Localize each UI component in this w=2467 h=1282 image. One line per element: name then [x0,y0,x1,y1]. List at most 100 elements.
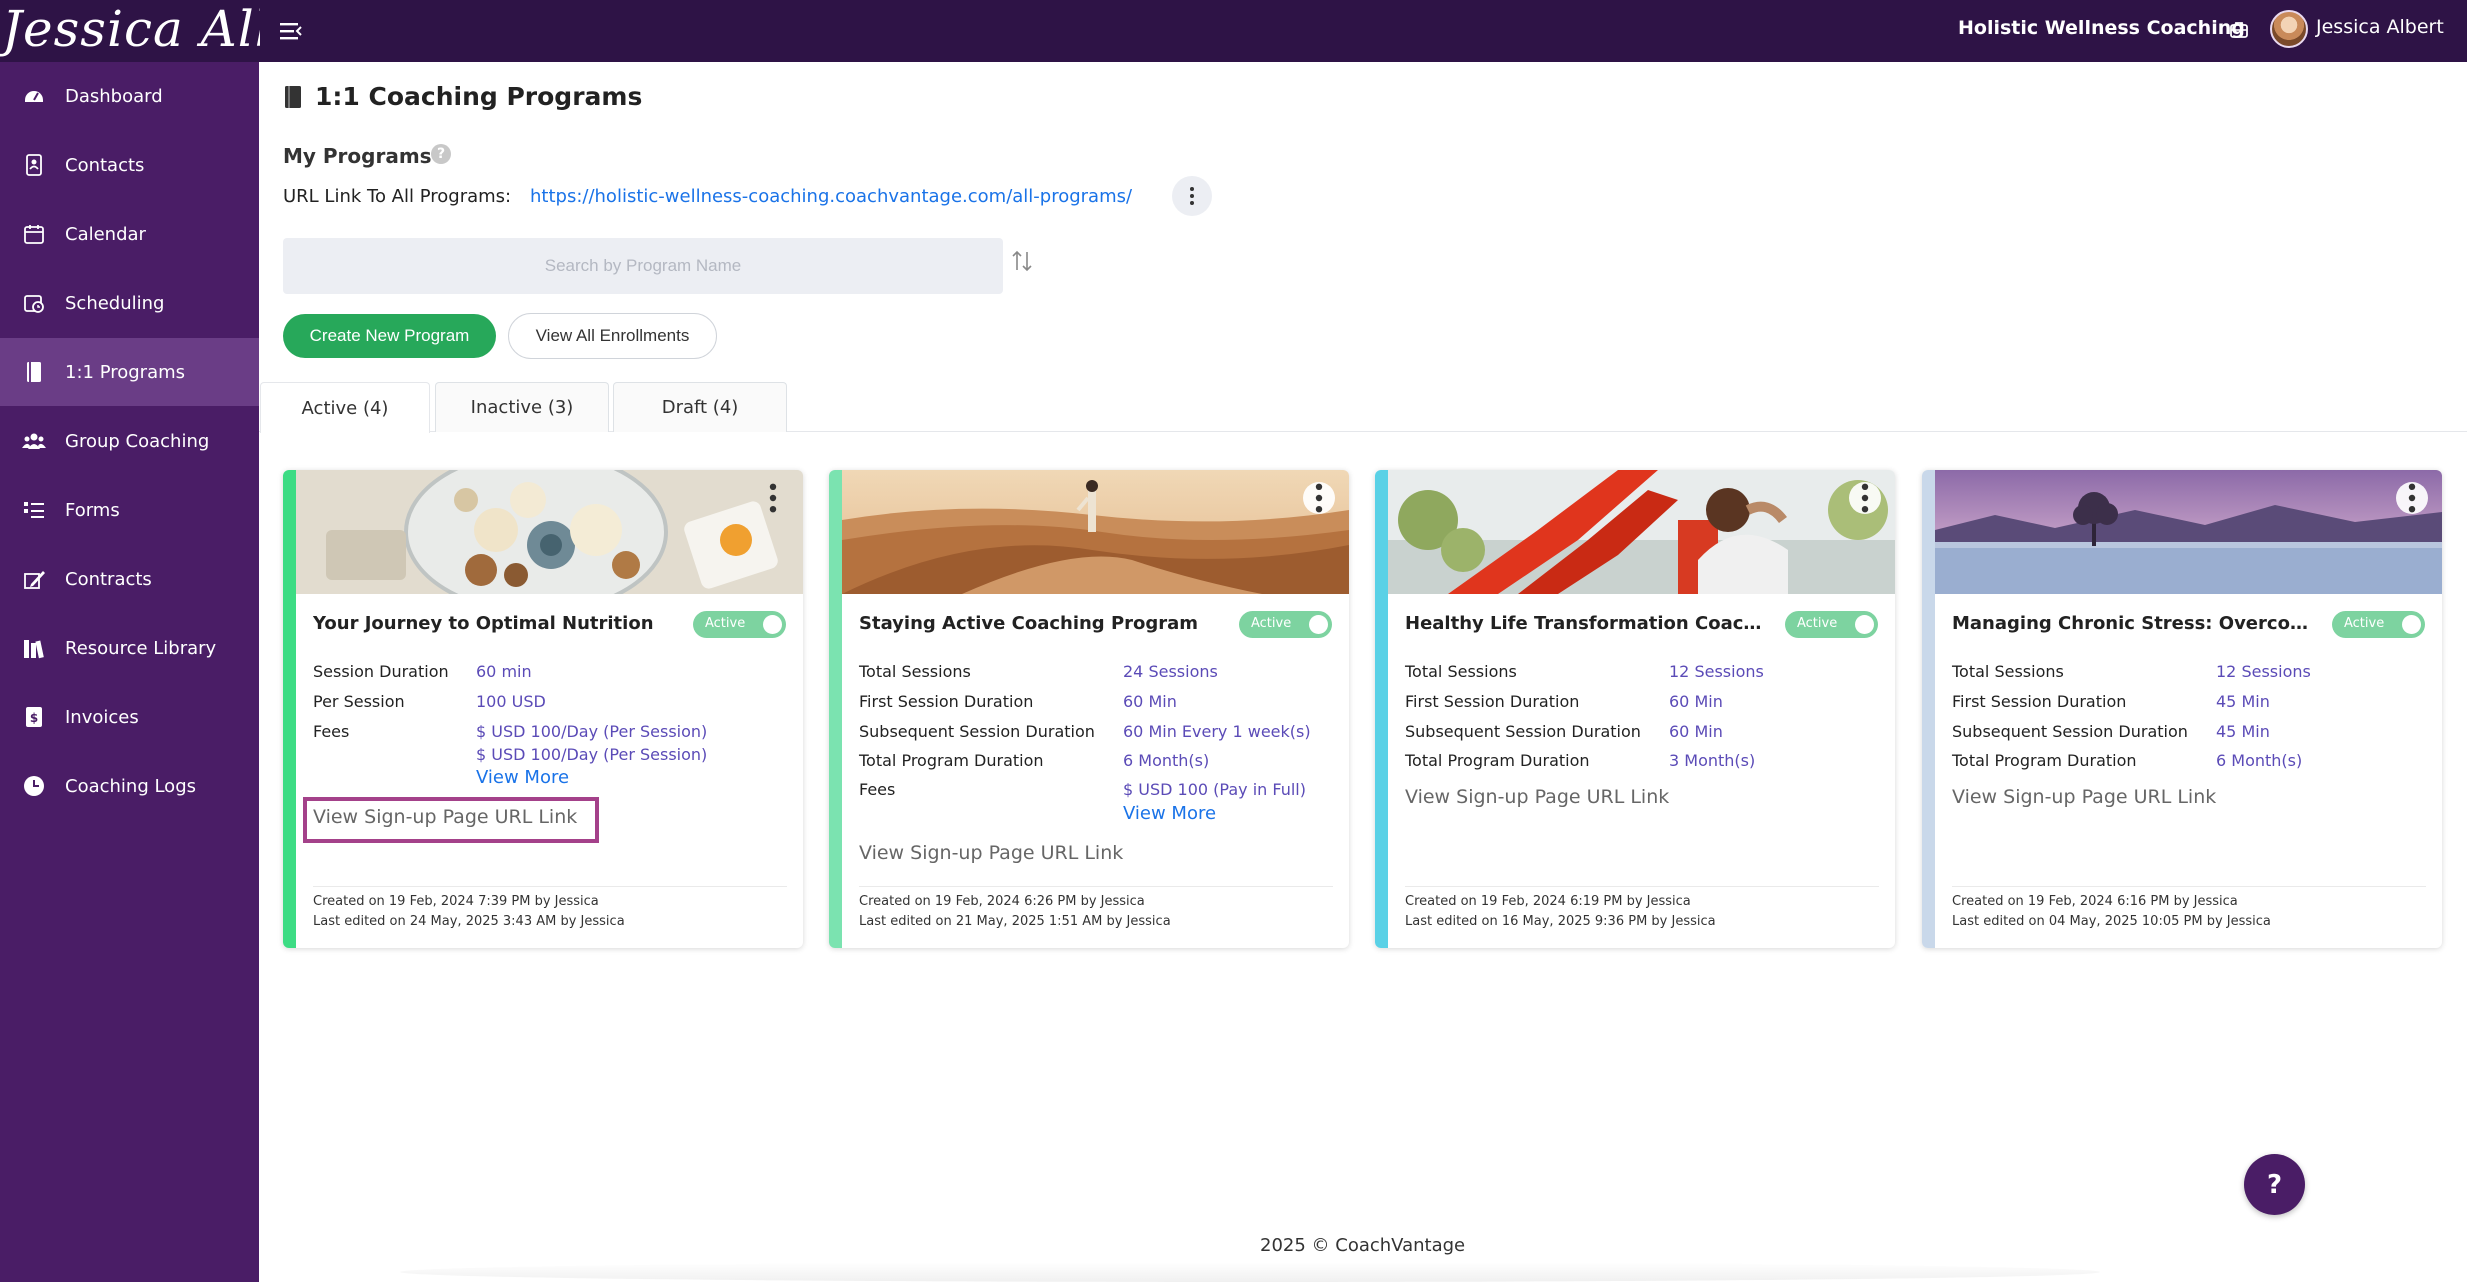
card-divider [859,886,1333,887]
created-info: Created on 19 Feb, 2024 6:19 PM by Jessi… [1405,894,1691,909]
status-toggle[interactable]: Active [1785,611,1878,638]
field-label: Total Sessions [1952,662,2064,681]
field-label: Session Duration [313,662,449,681]
signup-page-url-link[interactable]: View Sign-up Page URL Link [1952,786,2216,808]
field-label: Fees [859,780,896,799]
sidebar-item-1-1-programs[interactable]: 1:1 Programs [0,338,259,406]
view-more-link[interactable]: View More [1123,803,1216,824]
brand-name[interactable]: Holistic Wellness Coaching [1958,17,2245,39]
field-value: 60 Min [1669,722,1723,741]
field-value: 45 Min [2216,722,2270,741]
field-label: Total Program Duration [1405,751,1590,770]
kebab-icon [1315,483,1323,513]
edited-info: Last edited on 04 May, 2025 10:05 PM by … [1952,914,2271,929]
status-toggle[interactable]: Active [2332,611,2425,638]
field-label: Per Session [313,692,405,711]
program-image [296,470,803,594]
card-divider [1952,886,2426,887]
program-image [1935,470,2442,594]
status-label: Active [705,616,746,631]
field-label: Fees [313,722,350,741]
program-card[interactable]: Staying Active Coaching Program Active T… [829,470,1349,948]
clock-icon [22,774,46,798]
card-title[interactable]: Managing Chronic Stress: Overcome Burnou… [1952,613,2312,634]
field-value: 60 Min [1669,692,1723,711]
page-title: 1:1 Coaching Programs [315,82,643,111]
sidebar-item-invoices[interactable]: $ Invoices [0,683,259,751]
field-label: Total Program Duration [859,751,1044,770]
created-info: Created on 19 Feb, 2024 6:16 PM by Jessi… [1952,894,2238,909]
sidebar-item-contacts[interactable]: Contacts [0,131,259,199]
sidebar-item-forms[interactable]: Forms [0,476,259,544]
status-label: Active [1251,616,1292,631]
card-options-button[interactable] [2396,482,2428,514]
sort-icon[interactable] [1010,248,1034,274]
signup-page-url-link[interactable]: View Sign-up Page URL Link [1405,786,1669,808]
field-label: Total Sessions [859,662,971,681]
edited-info: Last edited on 24 May, 2025 3:43 AM by J… [313,914,625,929]
url-options-button[interactable] [1172,176,1212,216]
kebab-icon [2408,483,2416,513]
help-icon[interactable]: ? [431,144,451,164]
card-title[interactable]: Staying Active Coaching Program [859,613,1219,634]
toggle-knob [2402,615,2421,634]
sidebar-item-contracts[interactable]: Contracts [0,545,259,613]
menu-toggle-icon[interactable] [278,19,304,43]
sidebar-item-scheduling[interactable]: Scheduling [0,269,259,337]
card-options-button[interactable] [757,482,789,514]
field-value: 100 USD [476,692,546,711]
logo[interactable]: Jessica Albert [0,0,260,62]
sidebar-item-calendar[interactable]: Calendar [0,200,259,268]
tab-draft[interactable]: Draft (4) [613,382,787,432]
field-label: First Session Duration [1405,692,1580,711]
signup-page-url-link[interactable]: View Sign-up Page URL Link [313,806,577,828]
field-label: Subsequent Session Duration [1952,722,2188,741]
status-label: Active [2344,616,2385,631]
sidebar-item-label: Scheduling [65,292,165,314]
footer-copyright: 2025 © CoachVantage [1260,1235,1466,1256]
status-toggle[interactable]: Active [1239,611,1332,638]
tab-inactive[interactable]: Inactive (3) [435,382,609,432]
card-divider [1405,886,1879,887]
footer-shadow [400,1262,2100,1282]
status-toggle[interactable]: Active [693,611,786,638]
toggle-knob [1309,615,1328,634]
card-title[interactable]: Healthy Life Transformation Coaching Pro… [1405,613,1765,634]
field-value: 60 min [476,662,532,681]
briefcase-icon[interactable] [2229,20,2249,40]
all-programs-url-link[interactable]: https://holistic-wellness-coaching.coach… [530,186,1132,207]
card-options-button[interactable] [1849,482,1881,514]
created-info: Created on 19 Feb, 2024 6:26 PM by Jessi… [859,894,1145,909]
sidebar-item-resource-library[interactable]: Resource Library [0,614,259,682]
view-all-enrollments-button[interactable]: View All Enrollments [508,313,717,359]
card-options-button[interactable] [1303,482,1335,514]
user-name[interactable]: Jessica Albert [2316,16,2444,38]
help-button[interactable]: ? [2244,1154,2305,1215]
kebab-icon [1861,483,1869,513]
program-card[interactable]: Managing Chronic Stress: Overcome Burnou… [1922,470,2442,948]
scheduling-icon [22,291,46,315]
toggle-knob [1855,615,1874,634]
status-label: Active [1797,616,1838,631]
book-icon [283,85,303,109]
avatar[interactable] [2270,10,2308,48]
sidebar-item-coaching-logs[interactable]: Coaching Logs [0,752,259,820]
created-info: Created on 19 Feb, 2024 7:39 PM by Jessi… [313,894,599,909]
sidebar-item-label: Contracts [65,568,152,590]
top-bar: Jessica Albert Holistic Wellness Coachin… [0,0,2467,62]
sidebar-item-group-coaching[interactable]: Group Coaching [0,407,259,475]
search-input[interactable] [283,238,1003,294]
tab-active[interactable]: Active (4) [260,382,430,433]
signup-page-url-link[interactable]: View Sign-up Page URL Link [859,842,1123,864]
program-card[interactable]: Your Journey to Optimal Nutrition Active… [283,470,803,948]
view-more-link[interactable]: View More [476,767,569,788]
card-accent [1375,470,1388,948]
program-card[interactable]: Healthy Life Transformation Coaching Pro… [1375,470,1895,948]
card-title[interactable]: Your Journey to Optimal Nutrition [313,613,673,634]
create-new-program-button[interactable]: Create New Program [283,314,496,358]
field-label: First Session Duration [1952,692,2127,711]
sidebar-item-dashboard[interactable]: Dashboard [0,62,259,130]
field-value: 3 Month(s) [1669,751,1756,770]
card-accent [829,470,842,948]
toggle-knob [763,615,782,634]
